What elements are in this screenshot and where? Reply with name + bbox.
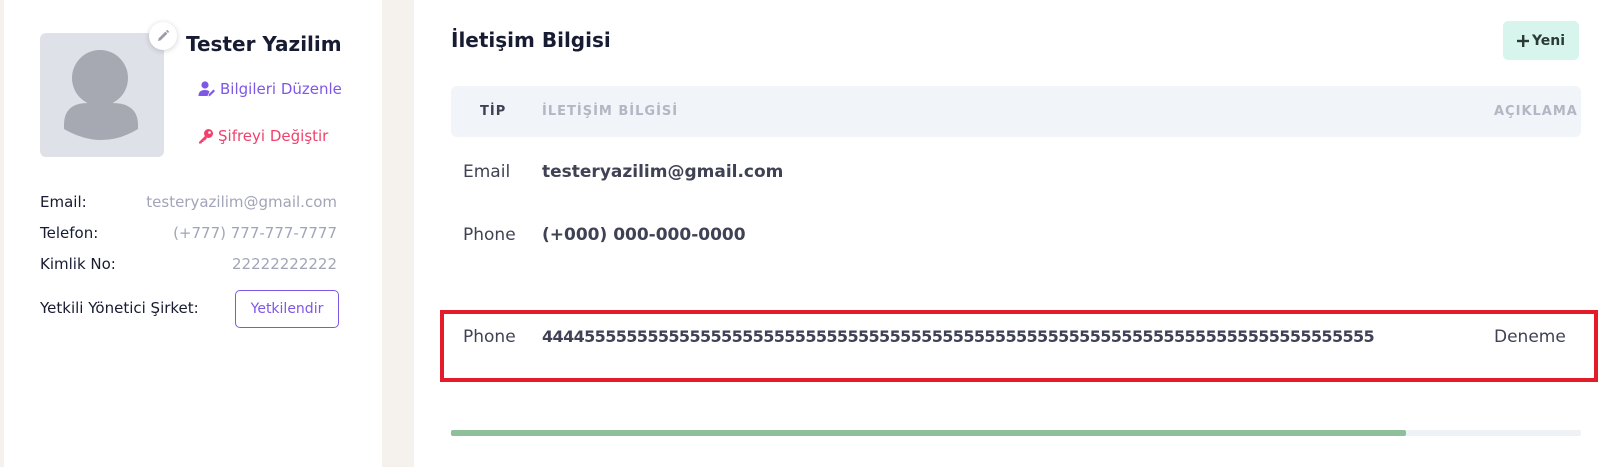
user-name: Tester Yazilim (186, 32, 342, 56)
key-icon (199, 129, 213, 144)
plus-icon (1516, 34, 1529, 47)
email-value: testeryazilim@gmail.com (146, 193, 337, 211)
id-number-label: Kimlik No: (40, 255, 116, 273)
change-password-link[interactable]: Şifreyi Değiştir (198, 127, 328, 145)
avatar (40, 33, 164, 157)
row-type: Email (463, 162, 511, 182)
email-label: Email: (40, 193, 87, 211)
highlight-box (440, 310, 1598, 382)
contact-table: TİP İLETİŞİM BİLGİSİ AÇIKLAMA Email test… (451, 86, 1581, 441)
table-row[interactable]: Phone (+000) 000-000-0000 (451, 210, 1581, 260)
row-info: (+000) 000-000-0000 (542, 225, 746, 245)
column-header-description[interactable]: AÇIKLAMA (1494, 104, 1578, 119)
user-edit-icon (198, 81, 215, 97)
horizontal-scrollbar[interactable] (451, 430, 1581, 436)
table-header: TİP İLETİŞİM BİLGİSİ AÇIKLAMA (451, 86, 1581, 137)
pencil-icon (158, 29, 170, 41)
change-password-label: Şifreyi Değiştir (218, 127, 329, 145)
edit-profile-label: Bilgileri Düzenle (220, 80, 342, 98)
phone-label: Telefon: (40, 224, 99, 242)
scrollbar-thumb[interactable] (451, 430, 1406, 436)
section-title: İletişim Bilgisi (451, 28, 611, 52)
row-type: Phone (463, 225, 516, 245)
authorize-button[interactable]: Yetkilendir (235, 290, 339, 328)
row-info: testeryazilim@gmail.com (542, 162, 784, 182)
avatar-edit-button[interactable] (149, 22, 177, 50)
company-label: Yetkili Yönetici Şirket: (40, 299, 199, 317)
avatar-placeholder-icon (64, 50, 138, 140)
column-header-info[interactable]: İLETİŞİM BİLGİSİ (542, 104, 678, 119)
edit-profile-link[interactable]: Bilgileri Düzenle (198, 80, 342, 98)
id-number-value: 22222222222 (232, 255, 337, 273)
column-header-type[interactable]: TİP (480, 104, 506, 119)
new-contact-label: Yeni (1531, 32, 1566, 49)
new-contact-button[interactable]: Yeni (1503, 21, 1579, 60)
table-row[interactable]: Email testeryazilim@gmail.com (451, 147, 1581, 197)
phone-value: (+777) 777-777-7777 (173, 224, 337, 242)
